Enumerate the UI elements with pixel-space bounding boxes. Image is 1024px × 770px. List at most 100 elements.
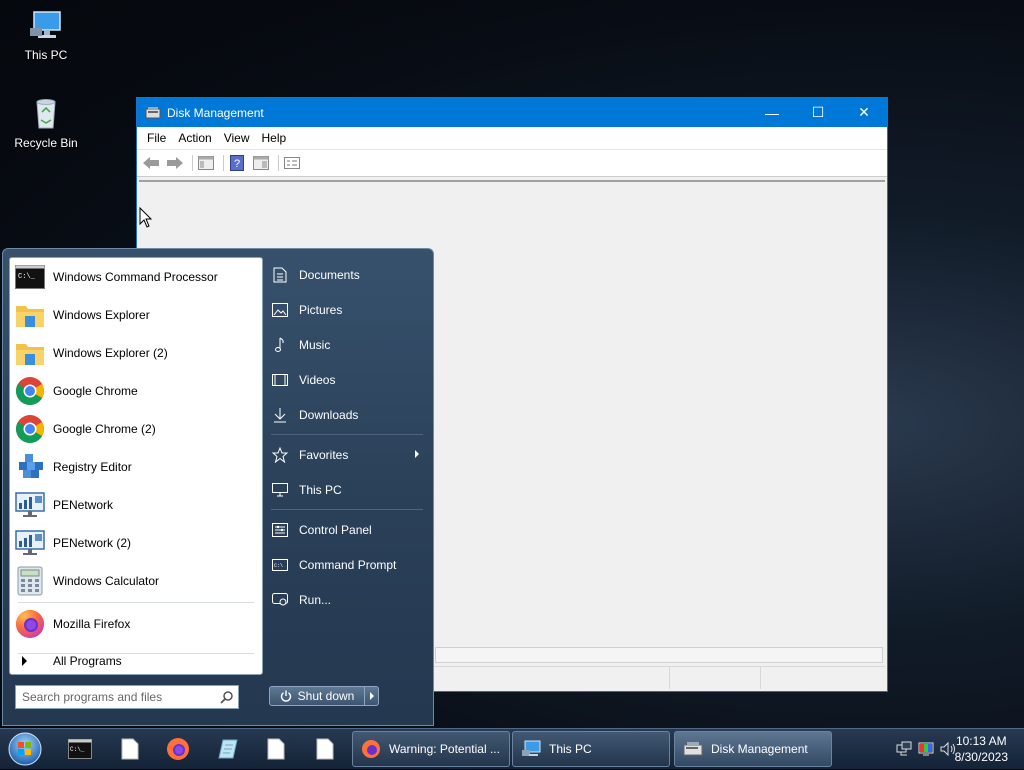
place-label: Pictures — [299, 302, 343, 317]
task-label: Warning: Potential ... — [389, 742, 500, 756]
pinned-document-1[interactable] — [110, 733, 150, 765]
taskbar: C:\_ Warning: Potential ... This PC Disk… — [0, 728, 1024, 769]
place-documents[interactable]: Documents — [265, 257, 429, 292]
program-google-chrome-2[interactable]: Google Chrome (2) — [10, 410, 262, 448]
program-label: PENetwork — [53, 498, 114, 512]
program-penetwork[interactable]: PENetwork — [10, 486, 262, 524]
back-button[interactable] — [141, 154, 161, 172]
desktop-icon-label: Recycle Bin — [14, 136, 78, 150]
program-registry-editor[interactable]: Registry Editor — [10, 448, 262, 486]
task-label: This PC — [549, 742, 592, 756]
desktop-icon-recycle-bin[interactable]: Recycle Bin — [6, 96, 86, 150]
shutdown-button[interactable]: Shut down — [269, 686, 365, 706]
program-windows-calculator[interactable]: Windows Calculator — [10, 562, 262, 600]
place-label: Run... — [299, 592, 332, 607]
help-button[interactable]: ? — [227, 154, 247, 172]
program-windows-explorer-2[interactable]: Windows Explorer (2) — [10, 334, 262, 372]
menu-action[interactable]: Action — [172, 131, 217, 145]
close-button[interactable]: ✕ — [841, 98, 887, 127]
place-command-prompt[interactable]: C:\ Command Prompt — [265, 547, 429, 582]
maximize-button[interactable]: ☐ — [795, 98, 841, 127]
horizontal-scrollbar[interactable] — [435, 647, 883, 663]
place-label: Documents — [299, 267, 360, 282]
place-label: Control Panel — [299, 522, 372, 537]
chevron-right-icon — [22, 656, 27, 666]
all-programs-button[interactable]: All Programs — [10, 650, 258, 672]
calculator-icon — [14, 565, 46, 597]
command-prompt-icon: C:\_ — [14, 261, 46, 293]
place-control-panel[interactable]: Control Panel — [265, 512, 429, 547]
firefox-icon — [14, 608, 46, 640]
place-music[interactable]: Music — [265, 327, 429, 362]
firefox-icon — [362, 740, 380, 758]
document-icon — [267, 738, 285, 760]
forward-icon — [167, 157, 183, 169]
pinned-app[interactable] — [208, 733, 248, 765]
program-label: Windows Calculator — [53, 574, 160, 588]
toolbar: ? — [137, 150, 887, 177]
shutdown-label: Shut down — [297, 689, 355, 703]
close-icon: ✕ — [858, 104, 870, 120]
properties-button[interactable] — [251, 154, 271, 172]
search-box — [15, 685, 239, 709]
minimize-icon: — — [765, 104, 779, 121]
title-bar[interactable]: Disk Management — ☐ ✕ — [137, 98, 887, 127]
program-label: Mozilla Firefox — [53, 617, 131, 631]
task-firefox-warning[interactable]: Warning: Potential ... — [352, 731, 510, 767]
task-disk-management[interactable]: Disk Management — [674, 731, 832, 767]
pinned-command-prompt[interactable]: C:\_ — [60, 733, 100, 765]
minimize-button[interactable]: — — [749, 98, 795, 127]
place-pictures[interactable]: Pictures — [265, 292, 429, 327]
chrome-icon — [14, 413, 46, 445]
power-icon — [280, 690, 291, 702]
network-icon — [14, 489, 46, 521]
start-menu: C:\_ Windows Command Processor Windows E… — [2, 248, 434, 726]
monitor-icon — [522, 740, 541, 756]
document-icon — [271, 266, 289, 284]
download-icon — [271, 406, 289, 424]
shutdown-group: Shut down — [269, 686, 379, 706]
recycle-bin-icon — [26, 96, 66, 132]
network-tray-icon[interactable] — [896, 741, 912, 757]
console-tree-button[interactable] — [196, 154, 216, 172]
desktop-icon-this-pc[interactable]: This PC — [6, 8, 86, 62]
place-this-pc[interactable]: This PC — [265, 472, 429, 507]
menu-view[interactable]: View — [218, 131, 256, 145]
program-windows-explorer[interactable]: Windows Explorer — [10, 296, 262, 334]
checklist-button[interactable] — [282, 154, 302, 172]
task-this-pc[interactable]: This PC — [512, 731, 670, 767]
pinned-firefox[interactable] — [158, 733, 198, 765]
start-button[interactable] — [6, 731, 44, 767]
display-tray-icon[interactable] — [918, 741, 934, 757]
place-run[interactable]: Run... — [265, 582, 429, 617]
search-icon[interactable] — [220, 690, 234, 704]
place-favorites[interactable]: Favorites — [265, 437, 429, 472]
program-google-chrome[interactable]: Google Chrome — [10, 372, 262, 410]
program-command-processor[interactable]: C:\_ Windows Command Processor — [10, 258, 262, 296]
menu-help[interactable]: Help — [256, 131, 293, 145]
svg-text:C:\_: C:\_ — [70, 746, 85, 753]
program-penetwork-2[interactable]: PENetwork (2) — [10, 524, 262, 562]
program-label: Windows Explorer (2) — [53, 346, 168, 360]
all-programs-label: All Programs — [53, 654, 122, 668]
place-label: Downloads — [299, 407, 359, 422]
clock[interactable]: 10:13 AM 8/30/2023 — [955, 733, 1008, 765]
place-videos[interactable]: Videos — [265, 362, 429, 397]
forward-button[interactable] — [165, 154, 185, 172]
firefox-icon — [167, 738, 189, 760]
chrome-icon — [14, 375, 46, 407]
search-input[interactable] — [20, 689, 214, 705]
shutdown-options-button[interactable] — [365, 686, 379, 706]
place-label: Favorites — [299, 447, 349, 462]
menu-file[interactable]: File — [141, 131, 172, 145]
program-mozilla-firefox[interactable]: Mozilla Firefox — [10, 605, 262, 643]
pinned-document-2[interactable] — [256, 733, 296, 765]
svg-text:C:\_: C:\_ — [18, 273, 36, 281]
windows-orb-icon — [8, 732, 42, 766]
pinned-document-3[interactable] — [305, 733, 345, 765]
place-downloads[interactable]: Downloads — [265, 397, 429, 432]
monitor-icon — [26, 8, 66, 44]
run-icon — [271, 591, 289, 609]
program-label: Google Chrome — [53, 384, 138, 398]
network-icon — [14, 527, 46, 559]
